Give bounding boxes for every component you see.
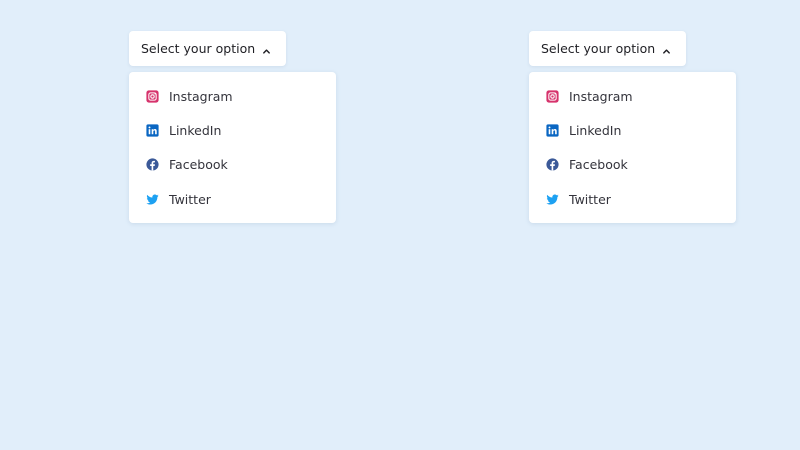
menu-item-label: LinkedIn <box>569 122 622 138</box>
linkedin-icon <box>146 124 159 137</box>
select-option-button[interactable]: Select your option <box>129 31 287 66</box>
menu-item-label: Twitter <box>169 191 211 207</box>
select-option-label: Select your option <box>141 41 256 56</box>
menu-item-instagram[interactable]: Instagram <box>129 79 336 113</box>
menu-item-label: Facebook <box>169 157 228 173</box>
facebook-icon <box>146 158 159 171</box>
menu-item-label: Twitter <box>569 191 611 207</box>
menu-item-twitter[interactable]: Twitter <box>529 182 736 216</box>
menu-item-facebook[interactable]: Facebook <box>129 148 336 182</box>
menu-item-linkedin[interactable]: LinkedIn <box>129 113 336 147</box>
select-option-label: Select your option <box>541 41 656 56</box>
dropdown-menu: Instagram LinkedIn Facebook Twitter <box>529 72 736 224</box>
instagram-icon <box>546 90 559 103</box>
social-dropdown-left: Select your option Instagram LinkedIn Fa… <box>129 31 336 224</box>
menu-item-label: Instagram <box>569 88 633 104</box>
dropdown-menu: Instagram LinkedIn Facebook Twitter <box>129 72 336 224</box>
linkedin-icon <box>546 124 559 137</box>
menu-item-instagram[interactable]: Instagram <box>529 79 736 113</box>
select-option-button[interactable]: Select your option <box>529 31 687 66</box>
instagram-icon <box>146 90 159 103</box>
chevron-up-icon <box>262 44 271 54</box>
menu-item-linkedin[interactable]: LinkedIn <box>529 113 736 147</box>
chevron-up-icon <box>662 44 671 54</box>
menu-item-facebook[interactable]: Facebook <box>529 148 736 182</box>
menu-item-label: Facebook <box>569 157 628 173</box>
social-dropdown-right: Select your option Instagram LinkedIn Fa… <box>529 31 736 224</box>
menu-item-label: LinkedIn <box>169 122 222 138</box>
menu-item-twitter[interactable]: Twitter <box>129 182 336 216</box>
twitter-icon <box>546 193 559 206</box>
menu-item-label: Instagram <box>169 88 233 104</box>
twitter-icon <box>146 193 159 206</box>
facebook-icon <box>546 158 559 171</box>
